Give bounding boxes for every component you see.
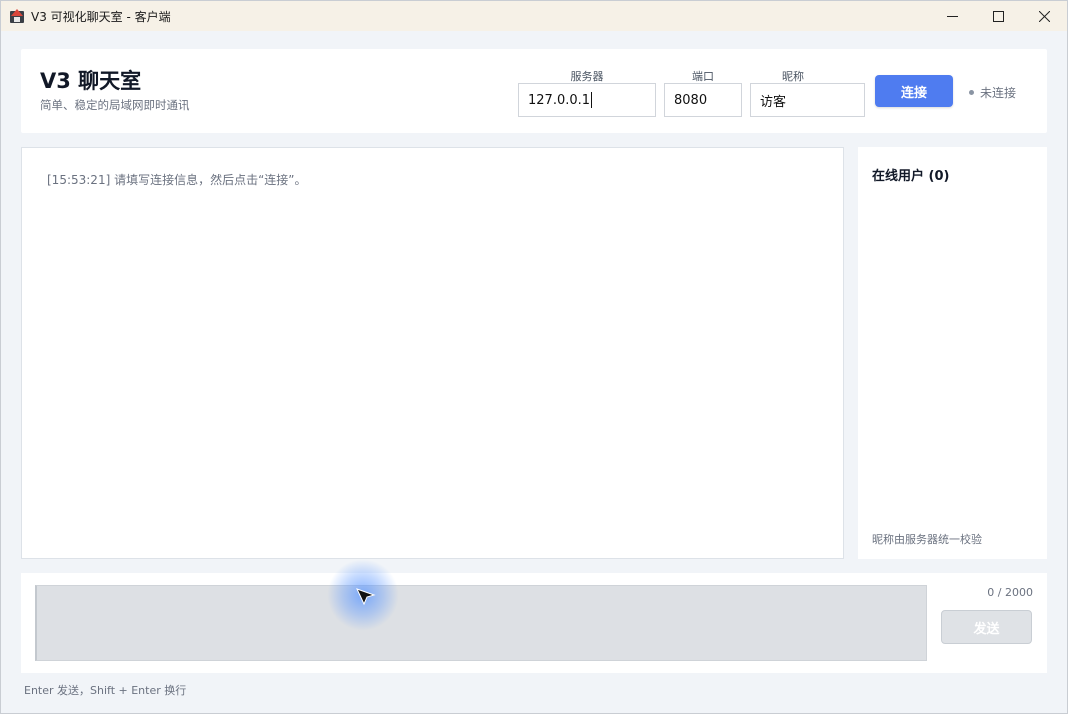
app-window: V3 可视化聊天室 - 客户端 V3 聊天室 简单、稳定的局域网即时通讯 服务器…: [0, 0, 1068, 714]
maximize-button[interactable]: [975, 1, 1021, 31]
port-label: 端口: [692, 70, 714, 83]
log-text: 请填写连接信息，然后点击“连接”。: [114, 173, 307, 187]
connection-header: V3 聊天室 简单、稳定的局域网即时通讯 服务器 127.0.0.1 端口 80…: [21, 49, 1047, 133]
online-users-title: 在线用户 (0): [872, 169, 950, 184]
connect-button[interactable]: 连接: [875, 75, 953, 107]
app-logo-icon: [9, 8, 25, 24]
minimize-icon: [946, 15, 958, 17]
minimize-button[interactable]: [929, 1, 975, 31]
nickname-note: 昵称由服务器统一校验: [872, 533, 982, 546]
nickname-label: 昵称: [782, 70, 804, 83]
text-caret: [591, 92, 593, 108]
window-controls: [929, 1, 1067, 31]
mouse-pointer-icon: [356, 586, 376, 606]
server-value: 127.0.0.1: [528, 92, 591, 108]
char-count: 0 / 2000: [987, 586, 1033, 599]
close-button[interactable]: [1021, 1, 1067, 31]
status-text: 未连接: [980, 86, 1017, 100]
log-line: [15:53:21] 请填写连接信息，然后点击“连接”。: [47, 171, 307, 188]
server-input[interactable]: 127.0.0.1: [518, 83, 656, 117]
page-subtitle: 简单、稳定的局域网即时通讯: [40, 98, 190, 112]
maximize-icon: [992, 10, 1004, 22]
nickname-input[interactable]: 访客: [750, 83, 865, 117]
page-title: V3 聊天室: [40, 69, 142, 93]
port-input[interactable]: 8080: [664, 83, 742, 117]
online-users-panel: 在线用户 (0) 昵称由服务器统一校验: [858, 147, 1047, 559]
status-dot-icon: [969, 90, 974, 95]
message-composer: 0 / 2000 发送: [21, 573, 1047, 673]
log-time: [15:53:21]: [47, 173, 111, 187]
nickname-value: 访客: [760, 94, 787, 110]
window-title: V3 可视化聊天室 - 客户端: [31, 9, 171, 24]
send-button[interactable]: 发送: [941, 610, 1032, 644]
server-label: 服务器: [570, 70, 604, 83]
keyboard-hint: Enter 发送，Shift + Enter 换行: [24, 684, 187, 697]
chat-log[interactable]: [15:53:21] 请填写连接信息，然后点击“连接”。: [21, 147, 844, 559]
close-icon: [1038, 10, 1050, 22]
message-input[interactable]: [35, 585, 927, 661]
connection-status: 未连接: [969, 84, 1016, 101]
port-value: 8080: [674, 92, 708, 108]
title-bar: V3 可视化聊天室 - 客户端: [1, 1, 1067, 31]
